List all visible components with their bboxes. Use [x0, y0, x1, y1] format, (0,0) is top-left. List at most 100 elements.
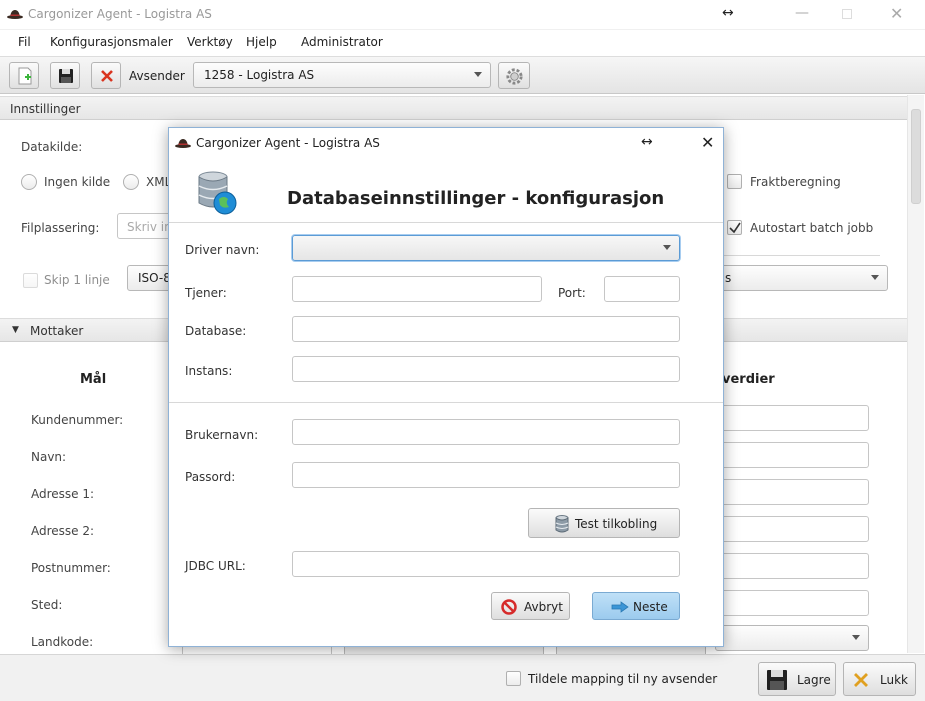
server-label: Tjener: — [185, 286, 227, 300]
field-label-adresse1: Adresse 1: — [31, 487, 95, 501]
chevron-down-icon — [871, 275, 879, 280]
save-label: Lagre — [797, 673, 831, 687]
cancel-button[interactable]: Avbryt — [491, 592, 570, 620]
value-input[interactable] — [715, 590, 869, 616]
right-select[interactable]: s — [710, 265, 888, 291]
delete-button[interactable] — [91, 62, 121, 89]
maximize-button[interactable] — [842, 9, 852, 19]
scrollbar-thumb[interactable] — [911, 109, 921, 204]
app-hat-icon — [7, 10, 23, 19]
value-input[interactable] — [715, 442, 869, 468]
save-toolbar-button[interactable] — [50, 62, 80, 89]
settings-header[interactable]: Innstillinger — [0, 96, 907, 120]
red-x-icon — [101, 70, 113, 82]
driver-select[interactable] — [292, 235, 680, 261]
chevron-down-icon — [474, 72, 482, 77]
divider — [169, 222, 723, 223]
filplassering-placeholder: Skriv in — [127, 220, 172, 234]
chevron-down-icon — [663, 245, 671, 250]
value-input[interactable] — [715, 516, 869, 542]
no-entry-icon — [501, 599, 517, 615]
mottaker-header-label: Mottaker — [30, 324, 84, 338]
radio-ingen-kilde-label: Ingen kilde — [44, 175, 111, 189]
value-input[interactable] — [715, 553, 869, 579]
driver-label: Driver navn: — [185, 243, 260, 257]
sender-label: Avsender — [129, 69, 185, 83]
landkode-select[interactable] — [715, 625, 869, 651]
fraktberegning-checkbox[interactable] — [727, 174, 742, 189]
dialog-close-button[interactable]: ✕ — [701, 133, 714, 152]
save-button[interactable]: Lagre — [758, 662, 836, 696]
divider — [169, 402, 723, 403]
server-input[interactable] — [292, 276, 542, 302]
window-titlebar: Cargonizer Agent - Logistra AS ↔ — ✕ — [0, 0, 925, 30]
dialog-titlebar: Cargonizer Agent - Logistra AS ↔ ✕ — [169, 128, 723, 158]
jdbc-label: JDBC URL: — [185, 559, 246, 573]
menu-fil[interactable]: Fil — [18, 35, 31, 49]
fraktberegning-label: Fraktberegning — [750, 175, 841, 189]
database-input[interactable] — [292, 316, 680, 342]
assign-mapping-label: Tildele mapping til ny avsender — [528, 672, 718, 686]
database-settings-dialog: Cargonizer Agent - Logistra AS ↔ ✕ Datab… — [168, 127, 724, 647]
value-input[interactable] — [715, 479, 869, 505]
resize-icon: ↔ — [722, 5, 734, 21]
checkmark-icon — [729, 222, 741, 234]
settings-button[interactable] — [498, 62, 530, 89]
jdbc-input[interactable] — [292, 551, 680, 577]
field-label-postnummer: Postnummer: — [31, 561, 111, 575]
field-label-navn: Navn: — [31, 450, 67, 464]
col-values-label: verdier — [722, 372, 775, 387]
assign-mapping-checkbox[interactable] — [506, 671, 521, 686]
menu-bar: Fil Konfigurasjonsmaler Verktøy Hjelp Ad… — [0, 30, 925, 54]
new-document-icon — [18, 67, 32, 85]
floppy-icon — [767, 670, 787, 690]
menu-administrator[interactable]: Administrator — [301, 35, 383, 49]
close-button[interactable]: Lukk — [843, 662, 916, 696]
skip-label: Skip 1 linje — [44, 273, 110, 287]
close-label: Lukk — [880, 673, 908, 687]
value-input[interactable] — [715, 405, 869, 431]
col-target-label: Mål — [80, 372, 107, 387]
gear-icon — [506, 68, 523, 85]
instance-input[interactable] — [292, 356, 680, 382]
autostart-checkbox[interactable] — [727, 220, 742, 235]
menu-hjelp[interactable]: Hjelp — [246, 35, 277, 49]
field-label-sted: Sted: — [31, 598, 63, 612]
username-label: Brukernavn: — [185, 428, 259, 442]
skip-checkbox[interactable] — [23, 273, 38, 288]
next-button[interactable]: Neste — [592, 592, 680, 620]
username-input[interactable] — [292, 419, 680, 445]
bottom-bar: Tildele mapping til ny avsender Lagre Lu… — [0, 654, 925, 701]
test-connection-button[interactable]: Test tilkobling — [528, 508, 680, 538]
field-label-kundenummer: Kundenummer: — [31, 413, 124, 427]
field-label-adresse2: Adresse 2: — [31, 524, 95, 538]
instance-label: Instans: — [185, 364, 233, 378]
radio-ingen-kilde[interactable] — [21, 174, 37, 190]
radio-xml[interactable] — [123, 174, 139, 190]
close-x-icon — [854, 673, 868, 687]
sender-value: 1258 - Logistra AS — [204, 68, 315, 82]
database-globe-icon — [198, 171, 237, 215]
password-label: Passord: — [185, 470, 236, 484]
password-input[interactable] — [292, 462, 680, 488]
divider — [720, 255, 880, 256]
next-label: Neste — [633, 600, 668, 614]
sender-select[interactable]: 1258 - Logistra AS — [193, 62, 491, 88]
new-button[interactable] — [9, 62, 39, 89]
menu-verktoy[interactable]: Verktøy — [187, 35, 233, 49]
close-window-button[interactable]: ✕ — [890, 4, 903, 23]
window-title: Cargonizer Agent - Logistra AS — [28, 7, 212, 21]
port-input[interactable] — [604, 276, 680, 302]
database-label: Database: — [185, 324, 247, 338]
port-label: Port: — [558, 286, 586, 300]
minimize-button[interactable]: — — [795, 5, 809, 21]
triangle-down-icon: ▼ — [12, 325, 19, 335]
menu-konfigurasjonsmaler[interactable]: Konfigurasjonsmaler — [50, 35, 173, 49]
dialog-title: Cargonizer Agent - Logistra AS — [196, 136, 380, 150]
dialog-heading: Databaseinnstillinger - konfigurasjon — [287, 188, 665, 209]
filplassering-label: Filplassering: — [21, 221, 100, 235]
vertical-scrollbar[interactable] — [907, 95, 924, 653]
field-label-landkode: Landkode: — [31, 635, 94, 649]
database-icon — [555, 515, 569, 533]
app-hat-icon — [175, 139, 191, 148]
